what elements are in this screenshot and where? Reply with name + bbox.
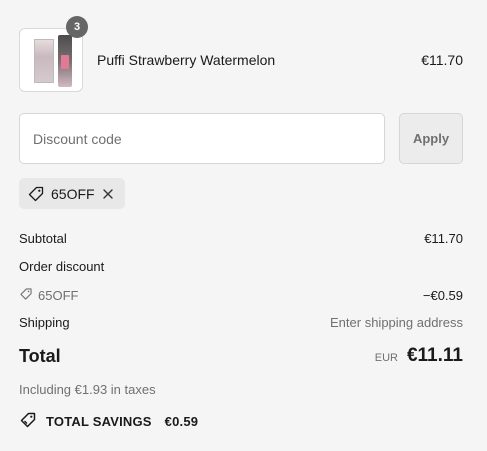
tax-line: Including €1.93 in taxes (19, 382, 156, 397)
shipping-value: Enter shipping address (330, 315, 463, 330)
subtotal-row: Subtotal €11.70 (19, 231, 463, 246)
discount-code-row: 65OFF −€0.59 (19, 287, 463, 304)
total-savings-label: TOTAL SAVINGS (46, 414, 152, 429)
subtotal-label: Subtotal (19, 231, 67, 246)
total-savings-value: €0.59 (164, 414, 199, 429)
total-currency: EUR (374, 352, 398, 364)
total-row: Total EUR €11.11 (19, 345, 463, 367)
applied-discount-code: 65OFF (51, 185, 95, 202)
quantity-badge: 3 (66, 16, 88, 38)
shipping-label: Shipping (19, 315, 70, 330)
product-name: Puffi Strawberry Watermelon (97, 52, 276, 68)
order-discount-label: Order discount (19, 259, 105, 274)
total-amount: EUR €11.11 (375, 345, 463, 367)
product-price: €11.70 (421, 52, 463, 68)
total-savings: TOTAL SAVINGS €0.59 (19, 411, 198, 432)
discount-code-input[interactable] (19, 113, 385, 164)
discount-code-label: 65OFF (38, 288, 79, 303)
apply-button[interactable]: Apply (399, 113, 463, 164)
discount-value: −€0.59 (422, 288, 463, 303)
total-value: €11.11 (406, 345, 463, 366)
product-device-image (58, 35, 72, 87)
shipping-row: Shipping Enter shipping address (19, 315, 463, 330)
savings-tag-icon (19, 411, 37, 432)
subtotal-value: €11.70 (424, 231, 463, 246)
remove-discount-icon[interactable] (101, 187, 115, 201)
tag-icon (19, 287, 33, 304)
applied-discount-chip: 65OFF (19, 178, 125, 209)
tag-icon (27, 185, 45, 203)
discount-code-tag: 65OFF (19, 287, 78, 304)
total-label: Total (19, 345, 61, 366)
product-box-image (34, 39, 54, 83)
order-discount-row: Order discount (19, 259, 463, 274)
